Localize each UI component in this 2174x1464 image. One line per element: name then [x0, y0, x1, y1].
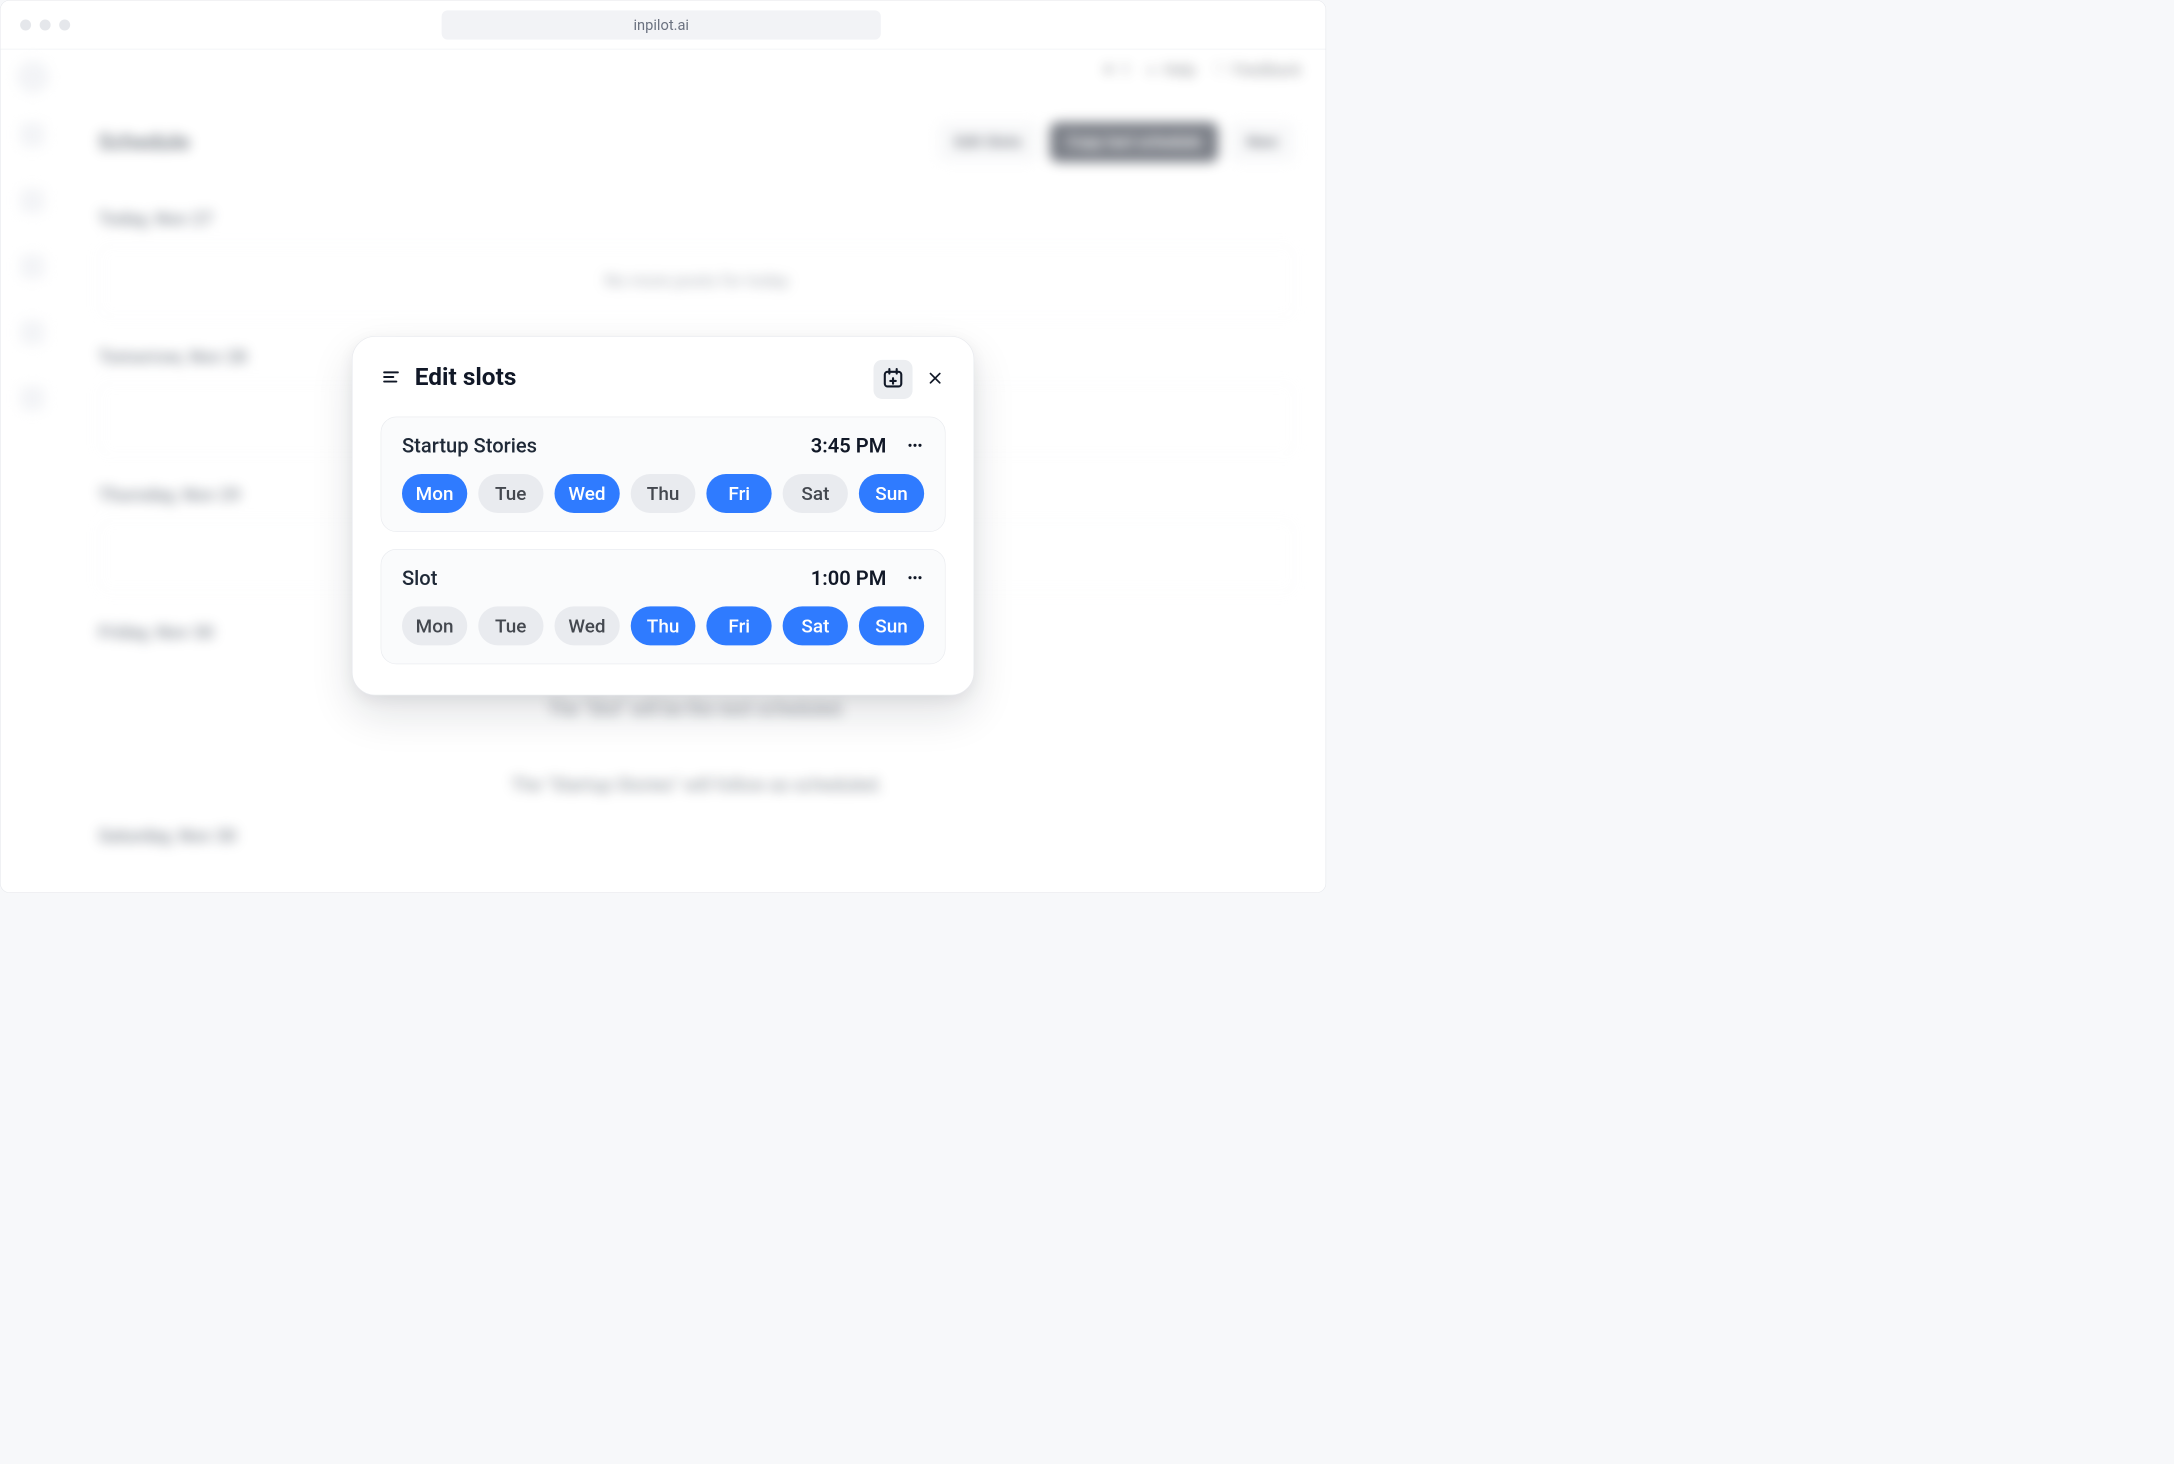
day-toggle-thu[interactable]: Thu: [630, 606, 695, 645]
modal-header: Edit slots: [381, 362, 946, 391]
day-toggle-sun[interactable]: Sun: [859, 606, 924, 645]
close-window-icon[interactable]: [20, 19, 31, 30]
day-toggle-fri[interactable]: Fri: [707, 606, 772, 645]
slot-time: 1:00 PM: [811, 567, 887, 591]
more-horizontal-icon: [906, 569, 923, 589]
list-icon: [381, 366, 402, 387]
modal-title: Edit slots: [415, 362, 517, 391]
traffic-lights: [1, 19, 71, 30]
close-icon: [927, 370, 943, 388]
day-toggle-sun[interactable]: Sun: [859, 474, 924, 513]
days-row: Mon Tue Wed Thu Fri Sat Sun: [402, 606, 924, 645]
slot-time: 3:45 PM: [811, 434, 887, 458]
address-text: inpilot.ai: [633, 16, 689, 33]
days-row: Mon Tue Wed Thu Fri Sat Sun: [402, 474, 924, 513]
slot-card: Slot 1:00 PM: [381, 549, 946, 664]
edit-slots-modal: Edit slots: [352, 336, 974, 695]
slot-name: Startup Stories: [402, 434, 537, 458]
day-toggle-sat[interactable]: Sat: [783, 474, 848, 513]
minimize-window-icon[interactable]: [40, 19, 51, 30]
day-toggle-tue[interactable]: Tue: [478, 474, 543, 513]
slot-more-button[interactable]: [906, 569, 924, 587]
slot-name: Slot: [402, 567, 437, 591]
slot-card: Startup Stories 3:45 PM: [381, 417, 946, 532]
calendar-plus-icon: [882, 367, 904, 391]
browser-window: inpilot.ai ✦ 1 ◐ Help ♡ Feedback: [0, 0, 1326, 893]
page-content-wrap: ✦ 1 ◐ Help ♡ Feedback: [1, 49, 1326, 892]
day-toggle-mon[interactable]: Mon: [402, 474, 467, 513]
day-toggle-sat[interactable]: Sat: [783, 606, 848, 645]
day-toggle-thu[interactable]: Thu: [630, 474, 695, 513]
slot-more-button[interactable]: [906, 437, 924, 455]
close-modal-button[interactable]: [925, 369, 946, 390]
more-horizontal-icon: [906, 436, 923, 456]
address-bar[interactable]: inpilot.ai: [442, 10, 881, 39]
day-toggle-mon[interactable]: Mon: [402, 606, 467, 645]
browser-titlebar: inpilot.ai: [1, 1, 1326, 50]
day-toggle-fri[interactable]: Fri: [707, 474, 772, 513]
day-toggle-tue[interactable]: Tue: [478, 606, 543, 645]
modal-overlay: Edit slots: [1, 49, 1326, 892]
day-toggle-wed[interactable]: Wed: [554, 606, 619, 645]
add-slot-button[interactable]: [874, 360, 913, 399]
day-toggle-wed[interactable]: Wed: [554, 474, 619, 513]
zoom-window-icon[interactable]: [59, 19, 70, 30]
